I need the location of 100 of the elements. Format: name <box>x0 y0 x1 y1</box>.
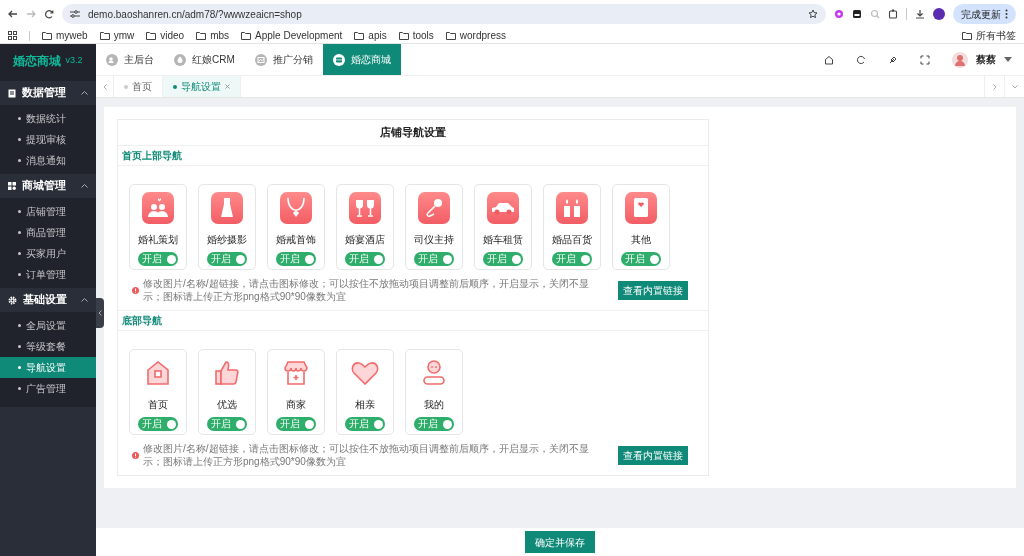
chevron-left-icon[interactable] <box>102 83 107 90</box>
menu-item[interactable]: 全局设置 <box>0 315 96 336</box>
brush-icon[interactable] <box>888 54 898 65</box>
flower-icon[interactable] <box>834 9 844 19</box>
page-tab[interactable]: 导航设置 <box>163 76 241 97</box>
bookmark-link[interactable]: ymw <box>113 28 135 43</box>
nav-card[interactable]: 婚纱摄影 开启 <box>198 184 256 270</box>
nav-card[interactable]: 其他 开启 <box>612 184 670 270</box>
nav-card[interactable]: 我的 开启 <box>405 349 463 435</box>
menu-group[interactable]: 数据管理 <box>0 81 96 105</box>
star-icon[interactable] <box>808 9 818 19</box>
panel-title: 店铺导航设置 <box>380 125 446 141</box>
bookmark-link[interactable]: apis <box>368 28 387 43</box>
nav-label: 商家 <box>286 398 306 412</box>
menu-item[interactable]: 数据统计 <box>0 108 96 129</box>
menu-group[interactable]: 基础设置 <box>0 288 96 312</box>
view-links-button[interactable]: 查看内置链接 <box>618 280 688 300</box>
collapse-handle[interactable] <box>96 298 104 328</box>
wine-glasses-icon[interactable] <box>349 192 381 224</box>
dropdown-caret-icon[interactable] <box>1004 57 1012 62</box>
nav-card[interactable]: 婚宴酒店 开启 <box>336 184 394 270</box>
download-icon[interactable] <box>915 9 925 19</box>
forward-icon[interactable] <box>26 9 36 19</box>
chevron-down-icon[interactable] <box>1011 84 1018 89</box>
folder-icon <box>146 31 157 40</box>
menu-group[interactable]: 商城管理 <box>0 174 96 198</box>
app-tab[interactable]: 主后台 <box>96 44 164 75</box>
extension-icon[interactable] <box>852 9 862 19</box>
version-label: v3.2 <box>65 54 83 68</box>
menu-item[interactable]: 等级套餐 <box>0 336 96 357</box>
bookmark-link[interactable]: tools <box>412 28 434 43</box>
chevron-right-icon[interactable] <box>992 83 997 90</box>
microphone-icon[interactable] <box>418 192 450 224</box>
save-button[interactable]: 确定并保存 <box>525 531 595 553</box>
nav-label: 婚宴酒店 <box>345 233 385 247</box>
app-tab[interactable]: 婚恋商城 <box>322 44 401 75</box>
nav-label: 相亲 <box>355 398 375 412</box>
nav-label: 首页 <box>148 398 168 412</box>
candles-icon[interactable] <box>556 192 588 224</box>
car-icon[interactable] <box>487 192 519 224</box>
menu-item[interactable]: 提现审核 <box>0 129 96 150</box>
more-icon[interactable] <box>1005 9 1008 19</box>
book-icon[interactable] <box>625 192 657 224</box>
nav-card[interactable]: 相亲 开启 <box>336 349 394 435</box>
grid-icon <box>8 182 16 190</box>
puzzle-icon[interactable] <box>888 9 898 19</box>
nav-card[interactable]: 婚礼策划 开启 <box>129 184 187 270</box>
nav-label: 婚礼策划 <box>138 233 178 247</box>
nav-label: 司仪主持 <box>414 233 454 247</box>
update-button[interactable]: 完成更新 <box>953 4 1016 24</box>
menu-item[interactable]: 商品管理 <box>0 222 96 243</box>
shop-icon[interactable] <box>281 358 311 388</box>
chevron-left-icon <box>98 310 102 316</box>
nav-label: 婚纱摄影 <box>207 233 247 247</box>
bookmark-link[interactable]: myweb <box>56 28 88 43</box>
section-title: 首页上部导航 <box>122 149 182 163</box>
user-name[interactable]: 蔡蔡 <box>976 52 996 67</box>
nav-card[interactable]: 司仪主持 开启 <box>405 184 463 270</box>
menu-item[interactable]: 导航设置 <box>0 357 96 378</box>
menu-item[interactable]: 店铺管理 <box>0 201 96 222</box>
back-icon[interactable] <box>8 9 18 19</box>
bookmark-link[interactable]: mbs <box>210 28 230 43</box>
nav-card[interactable]: 优选 开启 <box>198 349 256 435</box>
view-links-button[interactable]: 查看内置链接 <box>618 445 688 465</box>
home-icon[interactable] <box>824 54 834 65</box>
menu-item[interactable]: 消息通知 <box>0 150 96 171</box>
app-tab[interactable]: 推广分销 <box>244 44 323 75</box>
nav-label: 我的 <box>424 398 444 412</box>
bookmark-link[interactable]: wordpress <box>459 28 506 43</box>
section-title: 底部导航 <box>122 314 162 328</box>
app-tab[interactable]: 红娘CRM <box>164 44 245 75</box>
url-text: demo.baoshanren.cn/adm78/?wwwzeaicn=shop <box>88 7 303 22</box>
refresh-icon[interactable] <box>856 54 866 65</box>
avatar-icon[interactable] <box>952 51 968 68</box>
bookmark-link[interactable]: 所有书签 <box>976 28 1016 43</box>
thumbs-up-icon[interactable] <box>212 358 242 388</box>
gear-icon <box>8 295 17 305</box>
menu-item[interactable]: 订单管理 <box>0 264 96 285</box>
nav-card[interactable]: 婚车租赁 开启 <box>474 184 532 270</box>
dress-icon[interactable] <box>211 192 243 224</box>
close-icon[interactable] <box>225 84 230 89</box>
site-settings-icon[interactable] <box>70 10 80 18</box>
menu-item[interactable]: 买家用户 <box>0 243 96 264</box>
nav-card[interactable]: 婚戒首饰 开启 <box>267 184 325 270</box>
bookmark-link[interactable]: Apple Development <box>255 28 343 43</box>
apps-grid-icon[interactable] <box>8 31 17 40</box>
address-bar[interactable]: demo.baoshanren.cn/adm78/?wwwzeaicn=shop <box>62 4 826 24</box>
necklace-icon[interactable] <box>280 192 312 224</box>
reload-icon[interactable] <box>44 9 54 19</box>
warning-icon <box>132 286 139 294</box>
nav-card[interactable]: 商家 开启 <box>267 349 325 435</box>
folder-icon <box>398 31 409 40</box>
folder-icon <box>99 31 110 40</box>
bookmark-link[interactable]: video <box>160 28 185 43</box>
couple-icon[interactable] <box>142 192 174 224</box>
search-icon[interactable] <box>870 9 880 19</box>
nav-card[interactable]: 婚品百货 开启 <box>543 184 601 270</box>
fullscreen-icon[interactable] <box>920 54 930 65</box>
profile-avatar-icon[interactable] <box>933 8 945 20</box>
menu-item[interactable]: 广告管理 <box>0 378 96 399</box>
